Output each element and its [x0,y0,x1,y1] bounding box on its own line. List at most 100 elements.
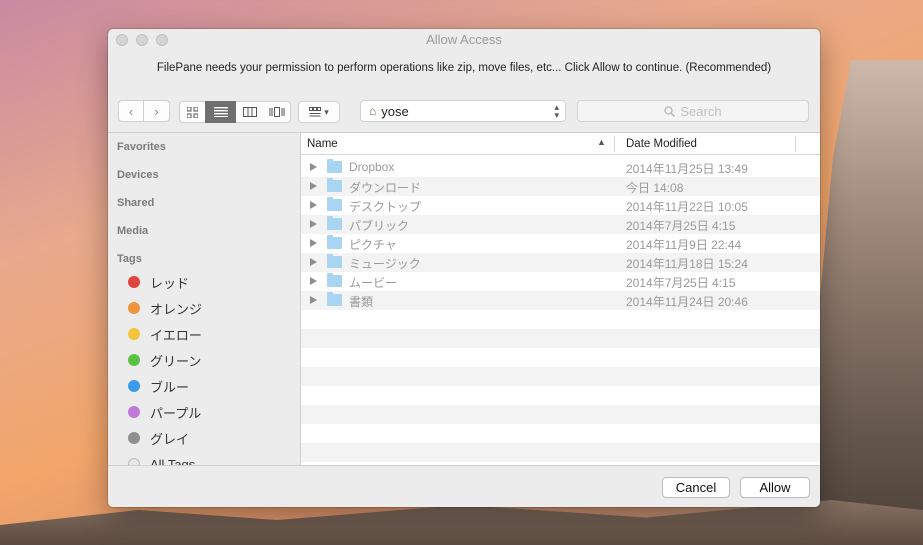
sidebar-tag-purple[interactable]: パープル [128,403,201,421]
cancel-button[interactable]: Cancel [662,477,730,498]
sidebar-tag-orange[interactable]: オレンジ [128,299,202,317]
allow-access-dialog: Allow Access FilePane needs your permiss… [108,29,820,507]
search-icon [664,105,676,117]
folder-icon [327,178,342,192]
file-row[interactable]: パブリック 2014年7月25日 4:15 [301,215,820,234]
empty-row [301,443,820,462]
folder-icon [327,292,342,306]
file-date: 2014年11月18日 15:24 [626,257,748,271]
empty-row [301,310,820,329]
close-window-button[interactable] [116,34,128,46]
file-row[interactable]: ピクチャ 2014年11月9日 22:44 [301,234,820,253]
folder-icon [327,235,342,249]
column-view-button[interactable] [236,101,264,123]
disclosure-triangle-icon[interactable] [310,220,317,228]
tag-color-dot [128,354,140,366]
disclosure-triangle-icon[interactable] [310,239,317,247]
column-divider [614,136,615,152]
chevron-right-icon: › [154,103,159,119]
column-header-name[interactable]: Name [307,138,338,150]
sort-ascending-icon: ▲ [597,137,606,147]
permission-message: FilePane needs your permission to perfor… [156,62,772,74]
folder-icon [327,159,342,173]
column-divider [795,136,796,152]
disclosure-triangle-icon[interactable] [310,182,317,190]
file-name: パブリック [349,219,410,233]
folder-icon [327,197,342,211]
tag-color-dot [128,432,140,444]
sidebar-section-tags[interactable]: Tags [117,253,142,265]
disclosure-triangle-icon[interactable] [310,277,317,285]
home-icon: ⌂ [369,104,377,118]
file-date: 2014年11月22日 10:05 [626,200,748,214]
empty-row [301,367,820,386]
sidebar-tag-label: グレイ [150,431,190,447]
minimize-window-button[interactable] [136,34,148,46]
icon-view-button[interactable] [179,101,206,123]
file-date: 2014年7月25日 4:15 [626,219,736,233]
coverflow-icon [269,107,284,117]
titlebar: Allow Access [108,29,820,51]
sidebar-tag-green[interactable]: グリーン [128,351,201,369]
file-row[interactable]: ムービー 2014年7月25日 4:15 [301,272,820,291]
background-mountain [803,60,923,545]
empty-row [301,329,820,348]
tag-color-dot [128,276,140,288]
tag-color-dot [128,328,140,340]
file-date: 2014年11月9日 22:44 [626,238,742,252]
file-list-header: Name ▲ Date Modified [301,133,820,155]
file-name: ムービー [349,276,398,290]
file-name: ダウンロード [349,181,422,195]
back-button[interactable]: ‹ [118,100,144,122]
file-row[interactable]: 書類 2014年11月24日 20:46 [301,291,820,310]
sidebar-tag-label: レッド [150,275,190,291]
column-header-date[interactable]: Date Modified [626,138,697,150]
sidebar-tag-label: イエロー [150,327,202,343]
search-field[interactable]: Search [577,100,809,122]
sidebar-tag-gray[interactable]: グレイ [128,429,189,447]
file-row[interactable]: デスクトップ 2014年11月22日 10:05 [301,196,820,215]
file-name: ミュージック [349,257,421,271]
location-popup[interactable]: ⌂ yose ▴ ▾ [360,100,566,122]
arrange-icon [309,107,322,117]
arrange-menu-button[interactable]: ▾ [298,101,340,123]
list-view-button[interactable] [205,101,237,123]
disclosure-triangle-icon[interactable] [310,258,317,266]
columns-icon [242,107,257,117]
sidebar-tag-label: ブルー [150,379,190,395]
file-date: 今日 14:08 [626,181,684,195]
allow-button[interactable]: Allow [740,477,810,498]
sidebar-tag-label: オレンジ [150,301,203,317]
disclosure-triangle-icon[interactable] [310,201,317,209]
sidebar-section-media[interactable]: Media [117,225,148,237]
search-placeholder: Search [680,103,722,119]
location-label: yose [381,103,409,119]
chevron-left-icon: ‹ [128,103,134,119]
empty-row [301,348,820,367]
tag-color-dot [128,302,140,314]
sidebar-section-favorites[interactable]: Favorites [117,141,166,153]
folder-icon [327,216,342,230]
sidebar-section-shared[interactable]: Shared [117,197,154,209]
file-name: Dropbox [349,160,395,174]
disclosure-triangle-icon[interactable] [310,163,317,171]
sidebar-tag-blue[interactable]: ブルー [128,377,189,395]
file-date: 2014年11月24日 20:46 [626,295,748,309]
file-row[interactable]: ミュージック 2014年11月18日 15:24 [301,253,820,272]
file-name: ピクチャ [349,238,397,252]
file-name: デスクトップ [349,200,422,214]
file-row[interactable]: Dropbox 2014年11月25日 13:49 [301,158,820,177]
zoom-window-button[interactable] [156,34,168,46]
coverflow-view-button[interactable] [263,101,291,123]
sidebar-tag-yellow[interactable]: イエロー [128,325,202,343]
sidebar-tag-red[interactable]: レッド [128,273,189,291]
sidebar-section-devices[interactable]: Devices [117,169,159,181]
empty-row [301,386,820,405]
tag-color-dot [128,380,140,392]
file-date: 2014年11月25日 13:49 [626,162,748,176]
disclosure-triangle-icon[interactable] [310,296,317,304]
file-date: 2014年7月25日 4:15 [626,276,736,290]
folder-icon [327,273,342,287]
forward-button[interactable]: › [144,100,170,122]
file-row[interactable]: ダウンロード 今日 14:08 [301,177,820,196]
